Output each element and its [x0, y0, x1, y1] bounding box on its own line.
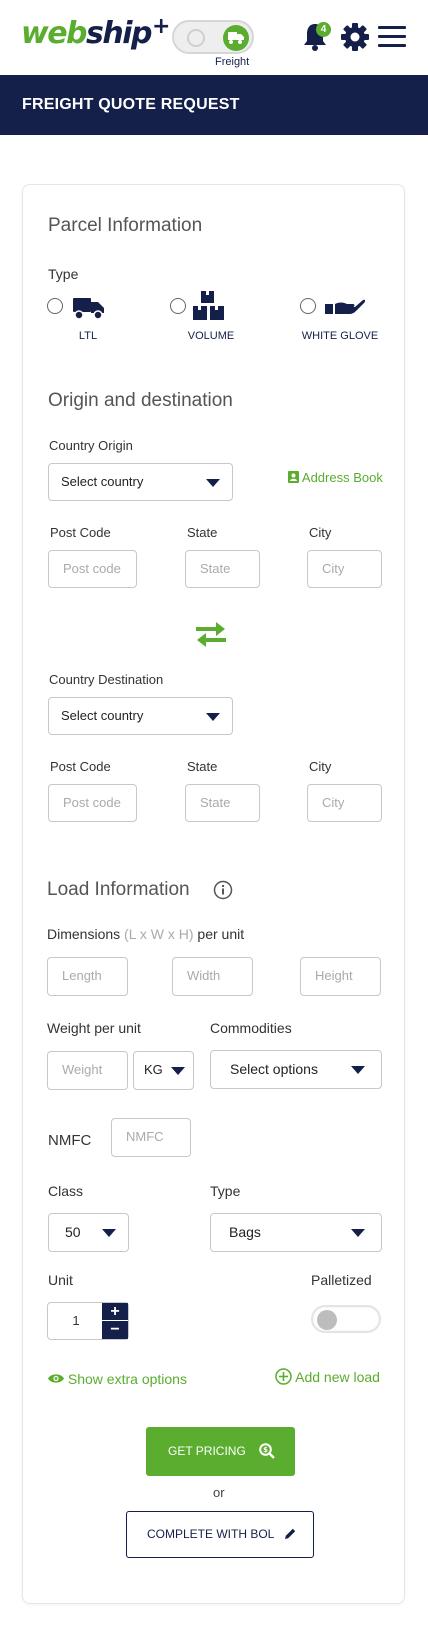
- toggle-knob: [223, 25, 249, 51]
- eye-icon: [48, 1374, 64, 1383]
- destination-post-code-input[interactable]: Post code: [48, 784, 137, 822]
- pencil-icon: [285, 1528, 296, 1539]
- chevron-down-icon: [171, 1067, 185, 1075]
- address-book-icon: [288, 471, 299, 483]
- commodities-value: Select options: [230, 1061, 318, 1077]
- title-bar: FREIGHT QUOTE REQUEST: [0, 75, 428, 135]
- origin-destination-title: Origin and destination: [48, 390, 233, 411]
- chevron-down-icon: [206, 713, 220, 721]
- address-book-text: Address Book: [301, 470, 383, 485]
- class-select[interactable]: 50: [48, 1213, 129, 1252]
- weight-unit-select[interactable]: KG: [133, 1051, 194, 1090]
- menu-icon[interactable]: [378, 26, 406, 48]
- webship-logo[interactable]: webship+: [21, 14, 170, 51]
- origin-state-input[interactable]: State: [185, 550, 260, 588]
- search-dollar-icon: $: [259, 1443, 275, 1459]
- country-origin-value: Select country: [61, 474, 144, 489]
- length-input[interactable]: Length: [47, 957, 128, 996]
- type-label-ltl: LTL: [78, 330, 98, 342]
- unit-value[interactable]: 1: [48, 1303, 104, 1339]
- weight-unit-value: KG: [144, 1062, 163, 1077]
- unit-label: Unit: [48, 1272, 73, 1288]
- type-label: Type: [210, 1183, 241, 1199]
- chevron-down-icon: [351, 1229, 365, 1237]
- show-extra-options-text: Show extra options: [67, 1371, 187, 1387]
- boxes-icon: [193, 291, 224, 320]
- dimensions-label-text: Dimensions: [47, 926, 121, 942]
- destination-state-input[interactable]: State: [185, 784, 260, 822]
- commodities-select[interactable]: Select options: [210, 1050, 382, 1089]
- country-origin-select[interactable]: Select country: [48, 463, 233, 501]
- show-extra-options-link[interactable]: Show extra options: [48, 1371, 187, 1387]
- complete-with-bol-label: COMPLETE WITH BOL: [147, 1527, 275, 1541]
- mode-toggle[interactable]: [172, 20, 254, 54]
- get-pricing-label: GET PRICING: [168, 1444, 246, 1458]
- dimensions-suffix: per unit: [197, 926, 245, 942]
- unit-stepper[interactable]: 1 + −: [47, 1302, 129, 1340]
- chevron-down-icon: [351, 1066, 365, 1074]
- get-pricing-button[interactable]: GET PRICING $: [146, 1427, 295, 1476]
- country-origin-label: Country Origin: [49, 438, 133, 453]
- radio-ltl[interactable]: [47, 298, 63, 314]
- plus-circle-icon: [275, 1368, 292, 1385]
- type-select[interactable]: Bags: [210, 1213, 382, 1252]
- height-input[interactable]: Height: [300, 957, 381, 996]
- chevron-down-icon: [102, 1229, 116, 1237]
- state-label: State: [187, 525, 218, 540]
- page-title: FREIGHT QUOTE REQUEST: [22, 96, 240, 113]
- stepper-buttons: + −: [102, 1303, 128, 1339]
- weight-input[interactable]: Weight: [47, 1051, 128, 1090]
- increment-button[interactable]: +: [102, 1303, 128, 1321]
- parcel-type-label: Type: [48, 266, 79, 282]
- nmfc-input[interactable]: NMFC: [111, 1118, 191, 1157]
- svg-text:$: $: [263, 1446, 268, 1454]
- swap-icon[interactable]: [194, 620, 228, 648]
- parcel-section-title: Parcel Information: [48, 215, 203, 236]
- palletized-label: Palletized: [311, 1272, 372, 1288]
- palletized-toggle[interactable]: [311, 1305, 381, 1333]
- type-label-volume: VOLUME: [187, 330, 235, 342]
- city-label: City: [309, 759, 332, 774]
- or-separator: or: [213, 1485, 225, 1500]
- address-book-link[interactable]: Address Book: [288, 470, 383, 485]
- country-destination-value: Select country: [61, 708, 144, 723]
- country-destination-label: Country Destination: [49, 672, 164, 687]
- dimensions-label: Dimensions (L x W x H) per unit: [47, 926, 244, 942]
- origin-city-input[interactable]: City: [307, 550, 382, 588]
- load-section-title: Load Information: [47, 879, 190, 900]
- parcel-icon: [187, 29, 205, 47]
- chevron-down-icon: [206, 479, 220, 487]
- commodities-label: Commodities: [210, 1020, 292, 1036]
- info-icon[interactable]: [213, 880, 233, 900]
- state-label: State: [187, 759, 218, 774]
- add-new-load-link[interactable]: Add new load: [275, 1368, 380, 1385]
- origin-post-code-input[interactable]: Post code: [48, 550, 137, 588]
- top-bar: webship+ Freight 4: [0, 0, 428, 75]
- decrement-button[interactable]: −: [102, 1321, 128, 1339]
- weight-label: Weight per unit: [47, 1020, 141, 1036]
- complete-with-bol-button[interactable]: COMPLETE WITH BOL: [126, 1511, 314, 1558]
- width-input[interactable]: Width: [172, 957, 253, 996]
- class-value: 50: [65, 1224, 81, 1240]
- truck-icon: [73, 298, 104, 320]
- radio-volume[interactable]: [170, 298, 186, 314]
- notification-badge: 4: [316, 22, 331, 37]
- country-destination-select[interactable]: Select country: [48, 697, 233, 735]
- class-label: Class: [48, 1183, 84, 1199]
- hand-icon: [325, 299, 365, 314]
- city-label: City: [309, 525, 332, 540]
- type-label-white-glove: WHITE GLOVE: [301, 330, 379, 342]
- destination-city-input[interactable]: City: [307, 784, 382, 822]
- dimensions-hint: (L x W x H): [124, 926, 194, 942]
- truck-icon: [228, 32, 244, 44]
- gear-icon[interactable]: [341, 23, 369, 51]
- nmfc-label: NMFC: [48, 1132, 92, 1149]
- mode-toggle-label: Freight: [215, 56, 250, 68]
- add-new-load-text: Add new load: [295, 1369, 380, 1385]
- post-code-label: Post Code: [50, 759, 111, 774]
- radio-white-glove[interactable]: [300, 298, 316, 314]
- toggle-knob: [317, 1310, 337, 1330]
- post-code-label: Post Code: [50, 525, 111, 540]
- type-value: Bags: [229, 1224, 261, 1240]
